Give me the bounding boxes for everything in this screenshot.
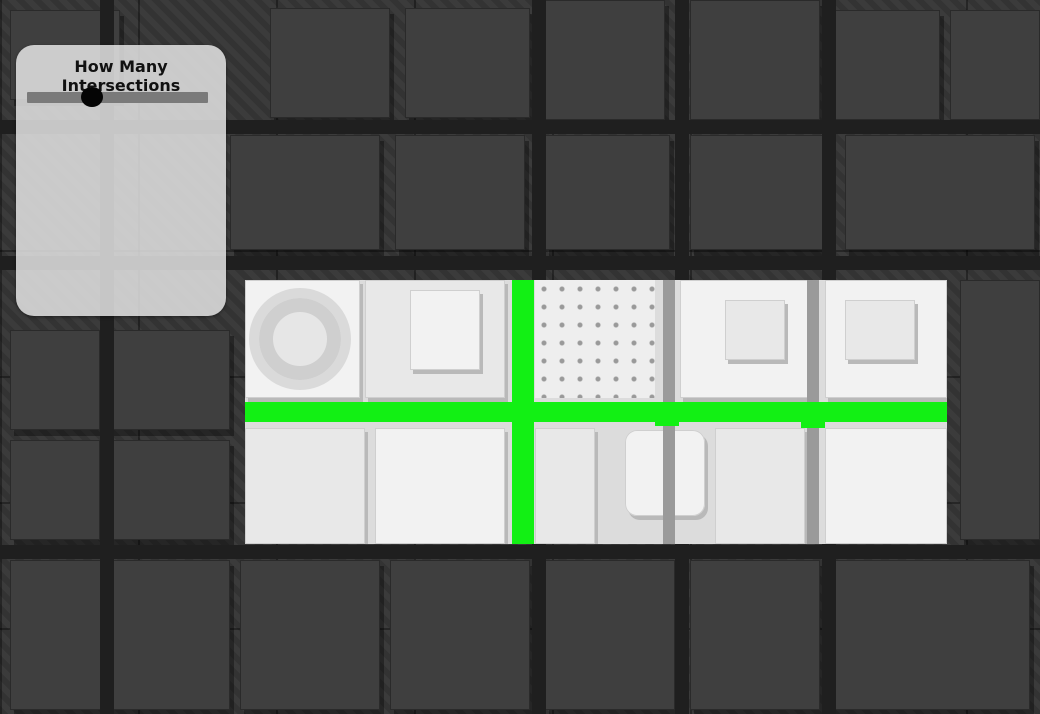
map-building — [825, 428, 947, 544]
panel-title: How Many Intersections — [61, 57, 181, 95]
highlighted-map-region[interactable] — [245, 280, 947, 544]
route-intersection — [801, 402, 825, 428]
map-building — [535, 428, 595, 544]
city-block — [545, 560, 675, 710]
city-block — [395, 135, 525, 250]
city-block — [10, 440, 100, 540]
city-block — [545, 135, 670, 250]
city-block — [690, 135, 830, 250]
city-block — [230, 135, 380, 250]
city-block — [830, 10, 940, 120]
city-block — [845, 135, 1035, 250]
city-block — [830, 560, 1030, 710]
city-block — [405, 8, 530, 118]
intersections-slider[interactable] — [27, 87, 208, 107]
round-building — [249, 288, 351, 390]
city-block — [690, 560, 820, 710]
map-building — [715, 428, 805, 544]
street — [0, 545, 1040, 559]
map-building — [375, 428, 505, 544]
map-building — [725, 300, 785, 360]
city-block — [690, 0, 820, 120]
city-block — [950, 10, 1040, 120]
city-block — [390, 560, 530, 710]
slider-thumb[interactable] — [81, 87, 104, 107]
route-intersection — [655, 402, 679, 426]
control-panel: How Many Intersections — [16, 45, 226, 316]
map-building — [845, 300, 915, 360]
city-block — [110, 440, 230, 540]
route-vertical — [512, 280, 534, 544]
city-block — [240, 560, 380, 710]
city-block — [110, 330, 230, 430]
route-horizontal — [245, 402, 947, 422]
city-block — [960, 280, 1040, 540]
map-building — [245, 428, 365, 544]
city-block — [545, 0, 665, 120]
city-block — [270, 8, 390, 118]
map-building — [410, 290, 480, 370]
city-block — [10, 560, 230, 710]
city-block — [10, 330, 100, 430]
park-block — [535, 280, 655, 398]
